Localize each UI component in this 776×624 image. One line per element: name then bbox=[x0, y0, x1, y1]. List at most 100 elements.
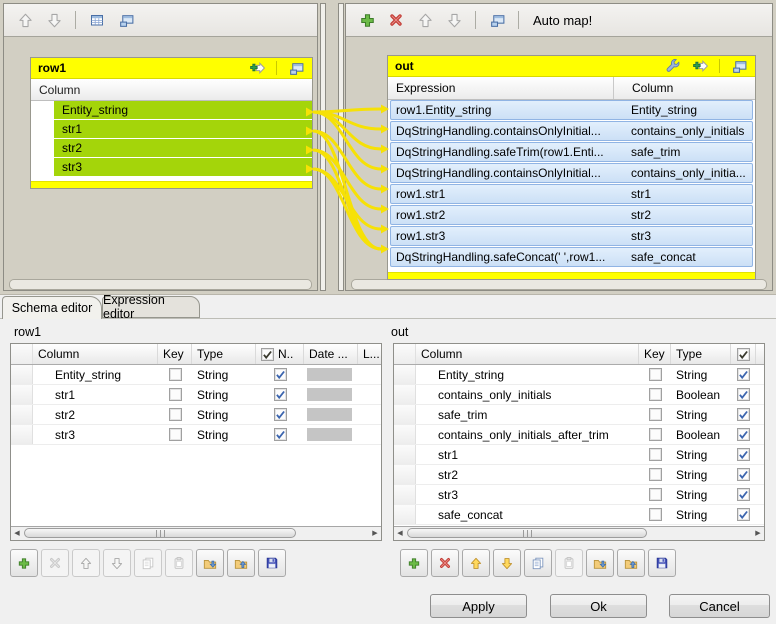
col-header-nullable[interactable]: N.. bbox=[256, 344, 304, 364]
scroll-up-button[interactable] bbox=[14, 9, 36, 31]
out-mapping-row[interactable]: DqStringHandling.safeTrim(row1.Enti...sa… bbox=[390, 142, 753, 162]
row1-table-titlebar[interactable]: row1 bbox=[31, 58, 312, 79]
scroll-right-arrow[interactable]: ▶ bbox=[752, 527, 764, 539]
key-checkbox[interactable] bbox=[158, 365, 192, 384]
nullable-checkbox[interactable] bbox=[731, 485, 756, 504]
scroll-left-arrow[interactable]: ◀ bbox=[11, 527, 23, 539]
schema-row[interactable]: safe_concatString bbox=[394, 505, 764, 525]
add-output-button[interactable] bbox=[356, 9, 378, 31]
out-column-cell[interactable]: str3 bbox=[615, 229, 752, 243]
output-panel-hscrollbar[interactable] bbox=[351, 279, 767, 290]
key-checkbox[interactable] bbox=[158, 405, 192, 424]
splitter-sash-left[interactable] bbox=[320, 3, 326, 291]
col-header-column[interactable]: Column bbox=[416, 344, 639, 364]
schema-row[interactable]: str1String bbox=[394, 445, 764, 465]
key-checkbox[interactable] bbox=[639, 445, 671, 464]
out-mapping-row[interactable]: row1.str3str3 bbox=[390, 226, 753, 246]
schema-row[interactable]: contains_only_initials_after_trimBoolean bbox=[394, 425, 764, 445]
add-link-icon[interactable] bbox=[689, 55, 711, 77]
out-column-cell[interactable]: contains_only_initia... bbox=[615, 166, 752, 180]
schema-row[interactable]: contains_only_initialsBoolean bbox=[394, 385, 764, 405]
tab-expression-editor[interactable]: Expression editor bbox=[102, 296, 200, 318]
table-view-button[interactable] bbox=[86, 9, 108, 31]
scrollbar-thumb[interactable] bbox=[407, 528, 647, 538]
splitter-sash-right[interactable] bbox=[338, 3, 344, 291]
key-checkbox[interactable] bbox=[639, 485, 671, 504]
schema-row[interactable]: Entity_stringString bbox=[11, 365, 381, 385]
col-header-key[interactable]: Key bbox=[639, 344, 671, 364]
col-header-type[interactable]: Type bbox=[192, 344, 256, 364]
col-header-date-pattern[interactable]: Date ... bbox=[304, 344, 358, 364]
nullable-checkbox[interactable] bbox=[256, 405, 304, 424]
out-column-cell[interactable]: str2 bbox=[615, 208, 752, 222]
row1-column-row[interactable]: str1 bbox=[31, 120, 312, 138]
scrollbar-thumb[interactable] bbox=[24, 528, 296, 538]
key-checkbox[interactable] bbox=[639, 425, 671, 444]
schema-row[interactable]: str3String bbox=[11, 425, 381, 445]
col-header-nullable[interactable] bbox=[731, 344, 756, 364]
nullable-checkbox[interactable] bbox=[731, 465, 756, 484]
schema-column-type[interactable]: String bbox=[192, 365, 256, 384]
import-schema-button[interactable] bbox=[586, 549, 614, 577]
nullable-checkbox[interactable] bbox=[731, 505, 756, 524]
out-expression-cell[interactable]: row1.str2 bbox=[391, 208, 615, 222]
minimize-panel-button[interactable] bbox=[115, 9, 137, 31]
schema-row[interactable]: str2String bbox=[394, 465, 764, 485]
ok-button[interactable]: Ok bbox=[550, 594, 647, 618]
out-expression-cell[interactable]: row1.Entity_string bbox=[391, 103, 615, 117]
scroll-left-arrow[interactable]: ◀ bbox=[394, 527, 406, 539]
schema-column-type[interactable]: Boolean bbox=[671, 385, 731, 404]
schema-column-type[interactable]: String bbox=[671, 405, 731, 424]
save-schema-button[interactable] bbox=[648, 549, 676, 577]
out-column-cell[interactable]: safe_concat bbox=[615, 250, 752, 264]
schema-row[interactable]: str1String bbox=[11, 385, 381, 405]
out-table-titlebar[interactable]: out bbox=[388, 56, 755, 77]
out-mapping-row[interactable]: DqStringHandling.containsOnlyInitial...c… bbox=[390, 121, 753, 141]
col-header-length[interactable]: L... bbox=[358, 344, 381, 364]
row1-column-row[interactable]: str3 bbox=[31, 158, 312, 176]
save-schema-button[interactable] bbox=[258, 549, 286, 577]
schema-column-type[interactable]: String bbox=[671, 465, 731, 484]
out-expression-cell[interactable]: row1.str3 bbox=[391, 229, 615, 243]
settings-wrench-icon[interactable] bbox=[662, 55, 684, 77]
minimize-panel-button[interactable] bbox=[486, 9, 508, 31]
nullable-checkbox[interactable] bbox=[731, 385, 756, 404]
out-expression-cell[interactable]: DqStringHandling.safeConcat(' ',row1... bbox=[391, 250, 615, 264]
nullable-checkbox[interactable] bbox=[256, 385, 304, 404]
out-mapping-row[interactable]: DqStringHandling.containsOnlyInitial...c… bbox=[390, 163, 753, 183]
nullable-checkbox[interactable] bbox=[731, 425, 756, 444]
move-up-button[interactable] bbox=[414, 9, 436, 31]
minimize-table-icon[interactable] bbox=[728, 55, 750, 77]
out-column-cell[interactable]: contains_only_initials bbox=[615, 124, 752, 138]
schema-row[interactable]: str2String bbox=[11, 405, 381, 425]
tab-schema-editor[interactable]: Schema editor bbox=[2, 296, 102, 319]
nullable-checkbox[interactable] bbox=[731, 445, 756, 464]
row1-column-row[interactable]: str2 bbox=[31, 139, 312, 157]
out-expression-cell[interactable]: row1.str1 bbox=[391, 187, 615, 201]
key-checkbox[interactable] bbox=[639, 365, 671, 384]
add-link-icon[interactable] bbox=[246, 57, 268, 79]
schema-row[interactable]: Entity_stringString bbox=[394, 365, 764, 385]
import-schema-button[interactable] bbox=[196, 549, 224, 577]
key-checkbox[interactable] bbox=[158, 385, 192, 404]
schema-column-type[interactable]: String bbox=[671, 445, 731, 464]
add-column-button[interactable] bbox=[10, 549, 38, 577]
move-column-down-button[interactable] bbox=[493, 549, 521, 577]
out-column-cell[interactable]: Entity_string bbox=[615, 103, 752, 117]
schema-row[interactable]: str3String bbox=[394, 485, 764, 505]
out-mapping-row[interactable]: row1.Entity_stringEntity_string bbox=[390, 100, 753, 120]
col-header-key[interactable]: Key bbox=[158, 344, 192, 364]
delete-column-button[interactable] bbox=[431, 549, 459, 577]
schema-column-type[interactable]: String bbox=[192, 385, 256, 404]
scroll-down-button[interactable] bbox=[43, 9, 65, 31]
out-mapping-row[interactable]: row1.str2str2 bbox=[390, 205, 753, 225]
apply-button[interactable]: Apply bbox=[430, 594, 527, 618]
cancel-button[interactable]: Cancel bbox=[669, 594, 770, 618]
col-header-type[interactable]: Type bbox=[671, 344, 731, 364]
out-column-cell[interactable]: safe_trim bbox=[615, 145, 752, 159]
copy-column-button[interactable] bbox=[524, 549, 552, 577]
export-schema-button[interactable] bbox=[227, 549, 255, 577]
schema-column-type[interactable]: String bbox=[192, 425, 256, 444]
add-column-button[interactable] bbox=[400, 549, 428, 577]
key-checkbox[interactable] bbox=[158, 425, 192, 444]
